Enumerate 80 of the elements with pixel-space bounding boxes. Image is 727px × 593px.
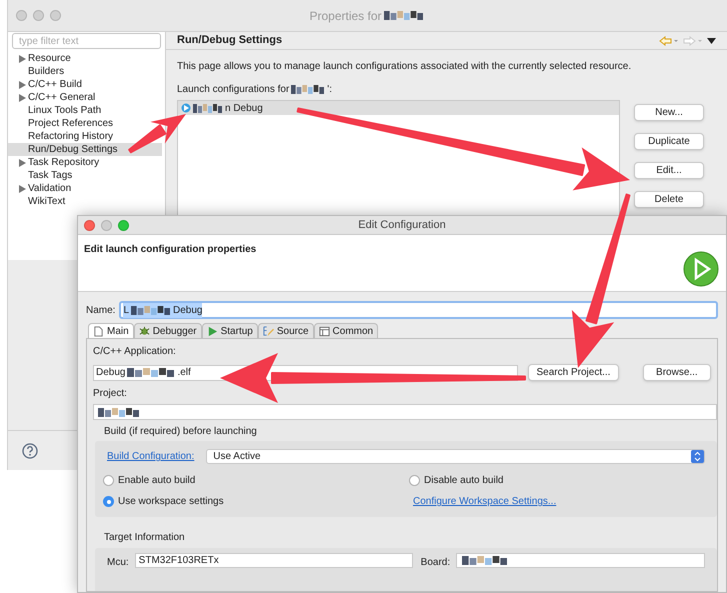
expand-triangle-icon[interactable] [19,184,26,192]
window-control[interactable] [50,10,61,21]
page-title: Run/Debug Settings [177,33,282,48]
tab[interactable]: Main [88,323,134,338]
redaction-mark [127,368,176,377]
radio-option[interactable]: Use workspace settings [103,494,413,509]
radio-button[interactable] [103,475,114,486]
tree-item[interactable]: Task Tags [8,169,74,182]
window-title: Properties for [309,8,382,24]
launch-config-icon [181,103,191,113]
tab[interactable]: Common [314,323,378,338]
play-icon [682,250,720,288]
radio-button[interactable] [103,496,114,507]
annotation-arrow [128,114,186,154]
redaction-mark [193,104,223,112]
filter-field[interactable]: type filter text [12,33,161,49]
configuration-item[interactable]: n Debug [178,101,619,115]
section-label: Target Information [104,531,186,545]
push-button[interactable]: Duplicate [634,133,704,150]
pencil-icon [262,326,274,336]
field-value-end: .elf [177,366,191,380]
help-icon[interactable] [22,442,38,458]
window-control[interactable] [118,220,129,230]
tree-item[interactable]: WikiText [8,195,68,208]
tree-item[interactable]: Refactoring History [8,130,116,143]
project-field[interactable] [93,404,717,420]
window-control[interactable] [101,220,112,230]
bug-icon [138,326,150,336]
tree-item[interactable]: Resource [8,52,73,65]
table-icon [318,326,330,336]
window-control[interactable] [33,10,44,21]
stepper-icon [691,450,704,463]
expand-triangle-icon[interactable] [19,158,26,166]
tree-item[interactable]: Project References [8,117,116,130]
tab[interactable]: Source [258,323,314,338]
workspace-settings-link[interactable]: Configure Workspace Settings... [413,494,705,509]
window-control[interactable] [16,10,27,21]
description-text: This page allows you to manage launch configurations associated with the currently selected resource. [177,60,632,74]
redaction-mark [462,556,508,565]
field-value-end: Debug [173,304,202,318]
window-title: Edit Configuration [358,218,446,233]
push-button[interactable]: New... [634,104,704,121]
tree-item[interactable]: Run/Debug Settings [8,143,162,156]
dialog-heading: Edit launch configuration properties [84,243,256,257]
build-configuration-link[interactable]: Build Configuration: [107,449,194,464]
list-label-end: ': [327,83,332,97]
tree-item[interactable]: C/C++ Build [8,78,84,91]
mcu-field[interactable]: STM32F103RETx [134,553,413,568]
redaction-mark [131,306,172,314]
field-label: Project: [93,387,128,401]
menu-caret-icon[interactable] [707,38,716,44]
tree-item[interactable]: Linux Tools Path [8,104,104,117]
field-label: C/C++ Application: [93,345,177,359]
push-button[interactable]: Delete [634,191,704,208]
board-field[interactable] [456,553,705,568]
push-button[interactable]: Edit... [634,162,704,179]
field-label: Name: [86,304,116,318]
redaction-mark [291,85,326,94]
tab[interactable]: Debugger [134,323,202,338]
field-label: Board: [420,556,450,570]
tree-item[interactable]: Task Repository [8,156,102,169]
radio-button[interactable] [409,475,420,486]
field-value-start: L [123,304,130,318]
list-label: Launch configurations for [177,83,290,97]
expand-triangle-icon[interactable] [19,54,26,62]
tree-item[interactable]: C/C++ General [8,91,98,104]
tab[interactable]: Startup [202,323,258,338]
back-arrow-icon[interactable] [659,36,679,46]
tree-item[interactable]: Validation [8,182,74,195]
push-button[interactable]: Search Project... [528,364,619,381]
field-value-start: Debug [96,366,126,380]
redaction-mark [98,408,140,416]
tree-item[interactable]: Builders [8,65,66,78]
field-label: Mcu: [107,556,129,570]
redaction-mark [384,11,424,20]
configuration-select[interactable]: Use Active [206,449,705,464]
push-button[interactable]: Browse... [642,364,712,381]
name-field[interactable]: L Debug [119,301,718,319]
section-label: Build (if required) before launching [104,425,258,439]
window-control[interactable] [84,220,95,230]
